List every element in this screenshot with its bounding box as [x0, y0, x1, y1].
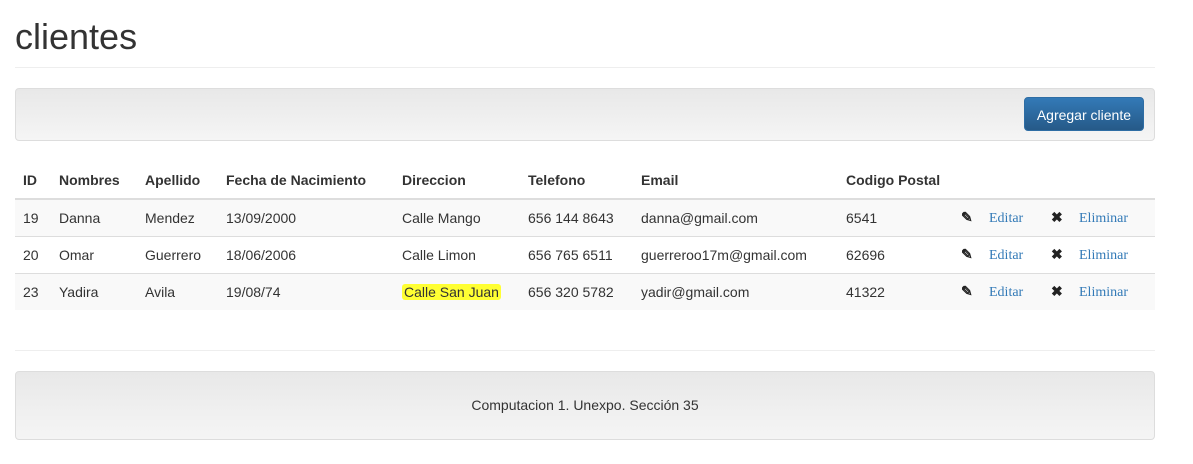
- divider: [15, 67, 1155, 68]
- cell-direccion-text: Calle Mango: [402, 209, 481, 226]
- delete-icon[interactable]: ✖: [1051, 246, 1065, 263]
- cell-apellido: Mendez: [137, 198, 218, 236]
- header-delete: [1043, 161, 1155, 200]
- cell-apellido-text: Mendez: [145, 209, 195, 226]
- clients-table: ID Nombres Apellido Fecha de Nacimiento …: [15, 161, 1155, 310]
- divider: [15, 350, 1155, 351]
- page-title: clientes: [15, 16, 138, 57]
- header-edit: [953, 161, 1043, 200]
- table-row: 19 Danna Mendez 13/09/2000 Calle Mango 656 14…: [15, 198, 1155, 236]
- footer-text: Computacion 1. Unexpo. Sección 35: [471, 397, 699, 413]
- cell-nombres-text: Danna: [59, 209, 101, 226]
- cell-direccion: Calle San Juan: [394, 272, 520, 310]
- cell-nombres: Danna: [51, 198, 137, 236]
- header-apellido: Apellido: [137, 161, 218, 200]
- cell-cp: 6541: [838, 198, 953, 236]
- cell-id-text: 19: [23, 209, 39, 226]
- cell-cp: 62696: [838, 235, 953, 273]
- delete-icon[interactable]: ✖: [1051, 209, 1065, 226]
- cell-nombres-text: Yadira: [59, 283, 99, 300]
- header-nombres: Nombres: [51, 161, 137, 200]
- cell-email: guerreroo17m@gmail.com: [633, 235, 838, 273]
- cell-apellido: Avila: [137, 272, 218, 310]
- cell-telefono: 656 320 5782: [520, 272, 633, 310]
- cell-id-text: 20: [23, 246, 39, 263]
- table-row: 23 Yadira Avila 19/08/74 Calle San Juan 656 3…: [15, 272, 1155, 310]
- cell-fecha: 18/06/2006: [218, 235, 394, 273]
- edit-icon[interactable]: ✎: [961, 283, 975, 300]
- cell-delete: ✖ Eliminar: [1043, 235, 1155, 273]
- cell-email: yadir@gmail.com: [633, 272, 838, 310]
- cell-telefono-text: 656 144 8643: [528, 209, 614, 226]
- cell-delete: ✖ Eliminar: [1043, 198, 1155, 236]
- cell-edit: ✎ Editar: [953, 235, 1043, 273]
- delete-link[interactable]: Eliminar: [1079, 248, 1128, 263]
- header-codigo-postal: Codigo Postal: [838, 161, 953, 200]
- header-id: ID: [15, 161, 51, 200]
- cell-delete: ✖ Eliminar: [1043, 272, 1155, 310]
- cell-email-text: guerreroo17m@gmail.com: [641, 246, 807, 263]
- cell-fecha-text: 19/08/74: [226, 283, 281, 300]
- header-telefono: Telefono: [520, 161, 633, 200]
- cell-telefono-text: 656 320 5782: [528, 283, 614, 300]
- cell-cp: 41322: [838, 272, 953, 310]
- cell-cp-text: 62696: [846, 246, 885, 263]
- cell-apellido: Guerrero: [137, 235, 218, 273]
- cell-direccion: Calle Mango: [394, 198, 520, 236]
- footer-panel: Computacion 1. Unexpo. Sección 35: [15, 371, 1155, 440]
- cell-edit: ✎ Editar: [953, 272, 1043, 310]
- toolbar-panel: Agregar cliente: [15, 88, 1155, 141]
- cell-id: 20: [15, 235, 51, 273]
- header-direccion: Direccion: [394, 161, 520, 200]
- cell-cp-text: 41322: [846, 283, 885, 300]
- edit-link[interactable]: Editar: [989, 285, 1023, 300]
- cell-apellido-text: Avila: [145, 283, 176, 300]
- cell-id: 23: [15, 272, 51, 310]
- delete-link[interactable]: Eliminar: [1079, 211, 1128, 226]
- cell-direccion: Calle Limon: [394, 235, 520, 273]
- cell-fecha: 19/08/74: [218, 272, 394, 310]
- edit-icon[interactable]: ✎: [961, 209, 975, 226]
- cell-id-text: 23: [23, 283, 39, 300]
- cell-telefono: 656 144 8643: [520, 198, 633, 236]
- cell-telefono: 656 765 6511: [520, 235, 633, 273]
- delete-link[interactable]: Eliminar: [1079, 285, 1128, 300]
- cell-apellido-text: Guerrero: [145, 246, 202, 263]
- header-fecha: Fecha de Nacimiento: [218, 161, 394, 200]
- cell-email-text: yadir@gmail.com: [641, 283, 750, 300]
- cell-email: danna@gmail.com: [633, 198, 838, 236]
- edit-link[interactable]: Editar: [989, 211, 1023, 226]
- edit-link[interactable]: Editar: [989, 248, 1023, 263]
- cell-telefono-text: 656 765 6511: [528, 246, 613, 263]
- table-header-row: ID Nombres Apellido Fecha de Nacimiento …: [15, 161, 1155, 200]
- cell-fecha-text: 13/09/2000: [226, 209, 297, 226]
- cell-nombres: Yadira: [51, 272, 137, 310]
- add-client-button[interactable]: Agregar cliente: [1023, 97, 1144, 131]
- cell-fecha-text: 18/06/2006: [226, 246, 297, 263]
- table-row: 20 Omar Guerrero 18/06/2006 Calle Limon 656 7…: [15, 235, 1155, 273]
- cell-nombres-text: Omar: [59, 246, 94, 263]
- cell-email-text: danna@gmail.com: [641, 209, 758, 226]
- cell-cp-text: 6541: [846, 209, 878, 226]
- delete-icon[interactable]: ✖: [1051, 283, 1065, 300]
- cell-direccion-text: Calle San Juan: [402, 283, 501, 300]
- cell-nombres: Omar: [51, 235, 137, 273]
- cell-edit: ✎ Editar: [953, 198, 1043, 236]
- cell-fecha: 13/09/2000: [218, 198, 394, 236]
- cell-direccion-text: Calle Limon: [402, 246, 476, 263]
- header-email: Email: [633, 161, 838, 200]
- edit-icon[interactable]: ✎: [961, 246, 975, 263]
- cell-id: 19: [15, 198, 51, 236]
